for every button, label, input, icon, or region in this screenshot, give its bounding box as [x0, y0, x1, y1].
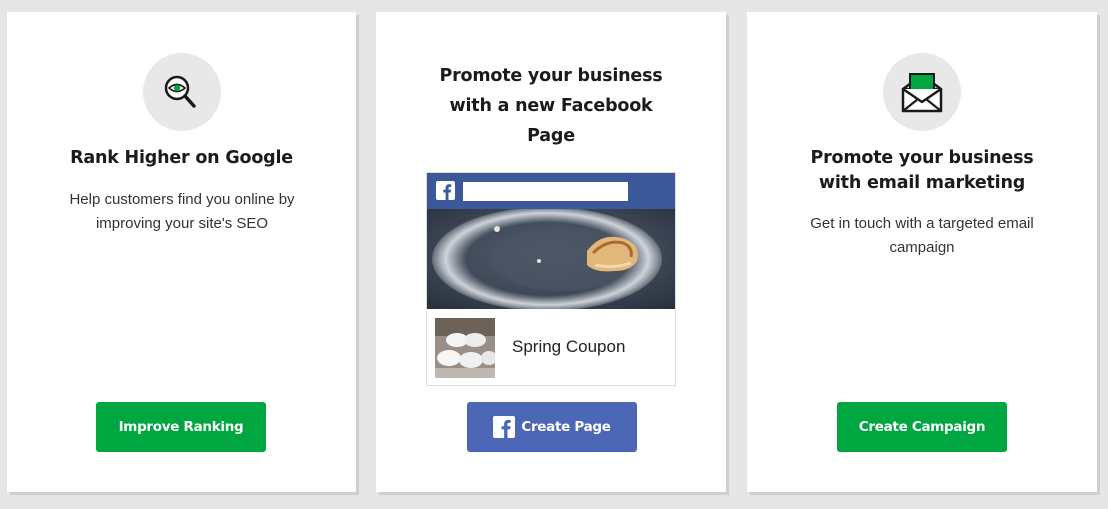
- seo-icon-badge: [142, 53, 221, 131]
- open-envelope-icon: [901, 73, 943, 113]
- page-name-placeholder: [463, 182, 628, 201]
- facebook-heading: Promote your business with a new Faceboo…: [439, 66, 663, 146]
- facebook-preview-header: [427, 173, 675, 209]
- magnifier-eye-icon: [164, 75, 196, 108]
- facebook-card: Promote your business with a new Faceboo…: [376, 12, 726, 492]
- facebook-icon: [493, 416, 516, 438]
- cover-photo: [427, 207, 675, 311]
- create-campaign-label: Create Campaign: [858, 419, 986, 435]
- create-page-label: Create Page: [521, 419, 611, 435]
- seo-heading: Rank Higher on Google: [70, 148, 293, 168]
- email-card: Promote your business with email marketi…: [747, 12, 1097, 492]
- facebook-page-preview: Spring Coupon: [426, 172, 676, 386]
- email-heading: Promote your business with email marketi…: [810, 148, 1034, 193]
- facebook-icon: [436, 181, 455, 200]
- coupon-thumbnail: [435, 318, 497, 378]
- improve-ranking-button[interactable]: Improve Ranking: [96, 402, 266, 452]
- seo-card: Rank Higher on Google Help customers fin…: [7, 12, 356, 492]
- email-description: Get in touch with a targeted email campa…: [810, 215, 1034, 256]
- create-page-button[interactable]: Create Page: [467, 402, 637, 452]
- seo-description: Help customers find you online by improv…: [69, 191, 295, 232]
- email-icon-badge: [883, 53, 961, 131]
- coupon-label: Spring Coupon: [512, 337, 626, 356]
- create-campaign-button[interactable]: Create Campaign: [837, 402, 1007, 452]
- improve-ranking-label: Improve Ranking: [118, 419, 244, 435]
